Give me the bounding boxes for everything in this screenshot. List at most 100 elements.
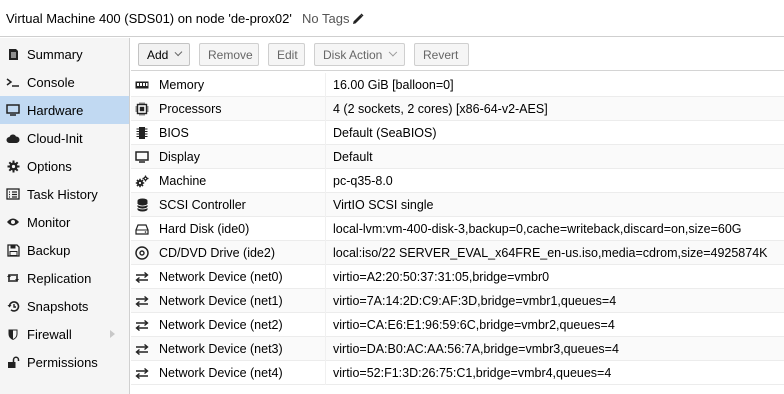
row-label: CD/DVD Drive (ide2): [159, 246, 275, 260]
row-label: Network Device (net0): [159, 270, 283, 284]
disk-action-button[interactable]: Disk Action: [314, 43, 405, 66]
row-label: Hard Disk (ide0): [159, 222, 250, 236]
row-label: Network Device (net2): [159, 318, 283, 332]
sidebar-item-label: Replication: [27, 271, 92, 286]
add-button[interactable]: Add: [138, 43, 190, 66]
sidebar-nav: Summary Console Hardware Cloud-Init Opti…: [0, 38, 130, 394]
sidebar-item-snapshots[interactable]: Snapshots: [0, 292, 129, 320]
sidebar-item-label: Firewall: [27, 327, 72, 342]
row-value: virtio=52:F1:3D:26:75:C1,bridge=vmbr4,qu…: [333, 366, 612, 380]
memory-icon: [135, 78, 149, 92]
exchange-icon: [135, 342, 149, 356]
table-row[interactable]: CD/DVD Drive (ide2) local:iso/22 SERVER_…: [131, 241, 784, 265]
pencil-icon[interactable]: [352, 13, 364, 25]
expand-arrow-icon[interactable]: [110, 330, 115, 338]
console-icon: [6, 75, 20, 89]
exchange-icon: [135, 318, 149, 332]
table-row[interactable]: Machine pc-q35-8.0: [131, 169, 784, 193]
row-value: local:iso/22 SERVER_EVAL_x64FRE_en-us.is…: [333, 246, 768, 260]
eye-icon: [6, 215, 20, 229]
sidebar-item-cloud-init[interactable]: Cloud-Init: [0, 124, 129, 152]
table-row[interactable]: Display Default: [131, 145, 784, 169]
row-label: Display: [159, 150, 200, 164]
tags-label: No Tags: [302, 11, 350, 26]
sidebar-item-replication[interactable]: Replication: [0, 264, 129, 292]
row-label: Memory: [159, 78, 205, 92]
hdd-icon: [135, 222, 149, 236]
disk-action-button-label: Disk Action: [323, 47, 383, 62]
sidebar-item-label: Backup: [27, 243, 71, 258]
table-row[interactable]: SCSI Controller VirtIO SCSI single: [131, 193, 784, 217]
sidebar-item-hardware[interactable]: Hardware: [0, 96, 129, 124]
row-label: Machine: [159, 174, 207, 188]
chevron-down-icon: [174, 47, 183, 56]
cloud-icon: [6, 131, 20, 145]
row-label: Network Device (net3): [159, 342, 283, 356]
sidebar-item-label: Monitor: [27, 215, 71, 230]
vm-title: Virtual Machine 400 (SDS01) on node 'de-…: [6, 11, 292, 26]
row-value: Default: [333, 150, 373, 164]
sidebar-item-label: Options: [27, 159, 72, 174]
row-value: virtio=CA:E6:E1:96:59:6C,bridge=vmbr2,qu…: [333, 318, 615, 332]
edit-button[interactable]: Edit: [268, 43, 305, 66]
revert-button-label: Revert: [423, 47, 459, 62]
table-row[interactable]: Network Device (net4) virtio=52:F1:3D:26…: [131, 361, 784, 385]
cdrom-icon: [135, 246, 149, 260]
exchange-icon: [135, 270, 149, 284]
table-row[interactable]: Hard Disk (ide0) local-lvm:vm-400-disk-3…: [131, 217, 784, 241]
microchip-icon: [135, 126, 149, 140]
remove-button[interactable]: Remove: [199, 43, 259, 66]
table-row[interactable]: Processors 4 (2 sockets, 2 cores) [x86-6…: [131, 97, 784, 121]
exchange-icon: [135, 366, 149, 380]
history-icon: [6, 299, 20, 313]
sidebar-item-console[interactable]: Console: [0, 68, 129, 96]
sidebar-item-summary[interactable]: Summary: [0, 40, 129, 68]
sidebar-item-label: Permissions: [27, 355, 98, 370]
sidebar-item-label: Hardware: [27, 103, 84, 118]
sidebar-item-label: Summary: [27, 47, 83, 62]
cogs-icon: [135, 174, 149, 188]
tags-editor[interactable]: No Tags: [302, 11, 364, 26]
retweet-icon: [6, 271, 20, 285]
revert-button[interactable]: Revert: [414, 43, 469, 66]
add-button-label: Add: [147, 47, 169, 62]
table-row[interactable]: Network Device (net2) virtio=CA:E6:E1:96…: [131, 313, 784, 337]
floppy-icon: [6, 243, 20, 257]
sidebar-item-options[interactable]: Options: [0, 152, 129, 180]
task-history-icon: [6, 187, 20, 201]
table-row[interactable]: Network Device (net0) virtio=A2:20:50:37…: [131, 265, 784, 289]
row-label: Processors: [159, 102, 222, 116]
title-bar: Virtual Machine 400 (SDS01) on node 'de-…: [0, 0, 784, 37]
table-row[interactable]: BIOS Default (SeaBIOS): [131, 121, 784, 145]
shield-icon: [6, 327, 20, 341]
row-value: local-lvm:vm-400-disk-3,backup=0,cache=w…: [333, 222, 742, 236]
sidebar-item-label: Cloud-Init: [27, 131, 83, 146]
unlock-icon: [6, 355, 20, 369]
sidebar-item-label: Snapshots: [27, 299, 89, 314]
row-value: virtio=A2:20:50:37:31:05,bridge=vmbr0: [333, 270, 550, 284]
edit-button-label: Edit: [277, 47, 298, 62]
sidebar-item-backup[interactable]: Backup: [0, 236, 129, 264]
table-row[interactable]: Network Device (net3) virtio=DA:B0:AC:AA…: [131, 337, 784, 361]
row-label: BIOS: [159, 126, 189, 140]
chevron-down-icon: [389, 47, 398, 56]
sidebar-item-monitor[interactable]: Monitor: [0, 208, 129, 236]
row-value: virtio=7A:14:2D:C9:AF:3D,bridge=vmbr1,qu…: [333, 294, 617, 308]
table-row[interactable]: Network Device (net1) virtio=7A:14:2D:C9…: [131, 289, 784, 313]
summary-icon: [6, 47, 20, 61]
sidebar-item-task-history[interactable]: Task History: [0, 180, 129, 208]
row-value: Default (SeaBIOS): [333, 126, 437, 140]
gear-icon: [6, 159, 20, 173]
row-value: pc-q35-8.0: [333, 174, 393, 188]
row-value: VirtIO SCSI single: [333, 198, 434, 212]
hardware-icon: [6, 103, 20, 117]
row-label: SCSI Controller: [159, 198, 246, 212]
row-value: 16.00 GiB [balloon=0]: [333, 78, 454, 92]
sidebar-item-permissions[interactable]: Permissions: [0, 348, 129, 376]
sidebar-item-firewall[interactable]: Firewall: [0, 320, 129, 348]
exchange-icon: [135, 294, 149, 308]
row-label: Network Device (net1): [159, 294, 283, 308]
table-row[interactable]: Memory 16.00 GiB [balloon=0]: [131, 73, 784, 97]
cpu-icon: [135, 102, 149, 116]
sidebar-item-label: Task History: [27, 187, 98, 202]
